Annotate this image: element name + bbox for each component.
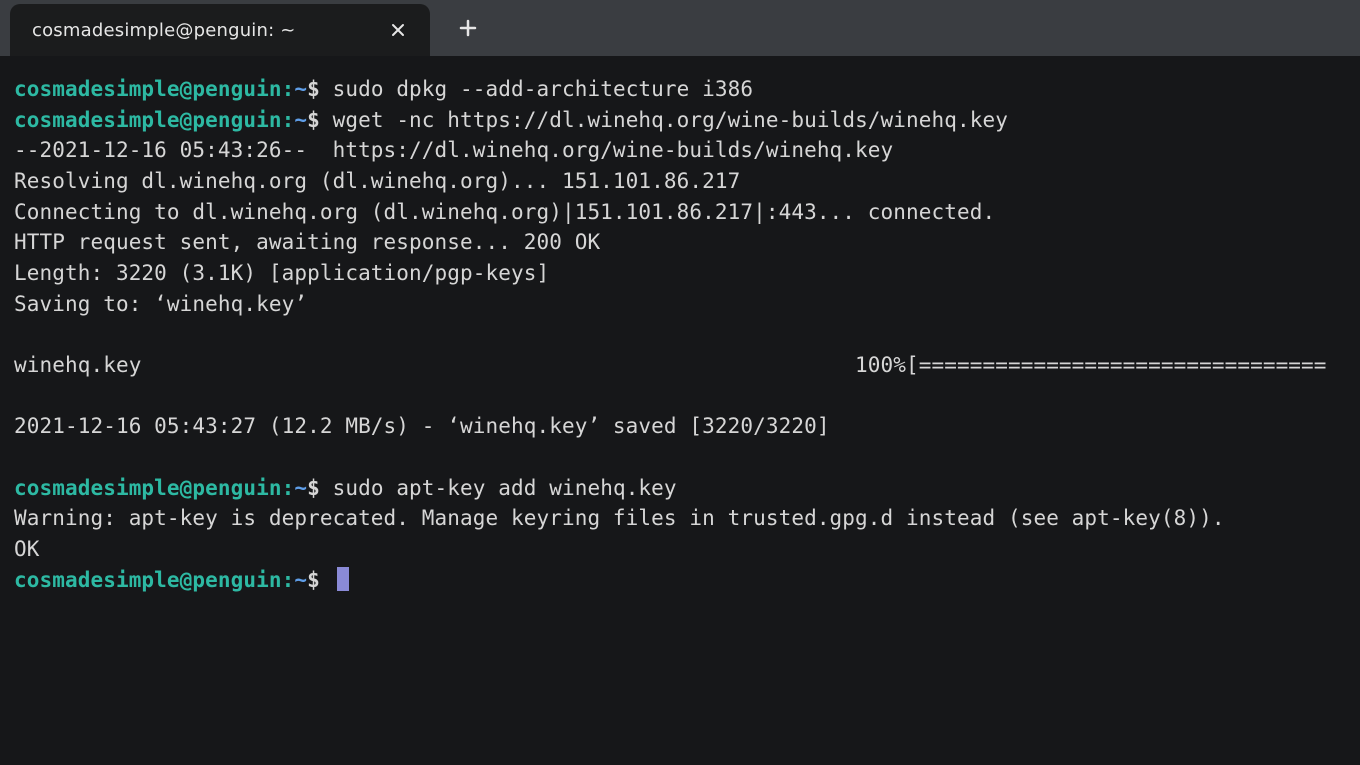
terminal-prompt-line: cosmadesimple@penguin:~$ sudo apt-key ad… xyxy=(14,473,1346,504)
terminal-prompt-line: cosmadesimple@penguin:~$ sudo dpkg --add… xyxy=(14,74,1346,105)
terminal-output-line: Saving to: ‘winehq.key’ xyxy=(14,289,1346,320)
cursor-block xyxy=(337,567,349,591)
terminal-tab[interactable]: cosmadesimple@penguin: ~ xyxy=(10,4,430,56)
prompt-user: cosmadesimple@penguin xyxy=(14,476,282,500)
title-bar: cosmadesimple@penguin: ~ xyxy=(0,0,1360,56)
command-text: wget -nc https://dl.winehq.org/wine-buil… xyxy=(320,108,1008,132)
terminal-output-line xyxy=(14,319,1346,350)
prompt-path: ~ xyxy=(294,568,307,592)
terminal-prompt-line: cosmadesimple@penguin:~$ xyxy=(14,565,1346,596)
terminal-output-line: OK xyxy=(14,534,1346,565)
terminal-output-line: Length: 3220 (3.1K) [application/pgp-key… xyxy=(14,258,1346,289)
terminal-output-line xyxy=(14,381,1346,412)
prompt-dollar: $ xyxy=(307,476,320,500)
prompt-path: ~ xyxy=(294,476,307,500)
prompt-path: ~ xyxy=(294,77,307,101)
tab-title: cosmadesimple@penguin: ~ xyxy=(32,20,314,41)
command-text: sudo dpkg --add-architecture i386 xyxy=(320,77,753,101)
terminal-output-line: --2021-12-16 05:43:26-- https://dl.wineh… xyxy=(14,135,1346,166)
prompt-user: cosmadesimple@penguin xyxy=(14,568,282,592)
command-text: sudo apt-key add winehq.key xyxy=(320,476,677,500)
terminal-output-line: HTTP request sent, awaiting response... … xyxy=(14,227,1346,258)
terminal-output-line xyxy=(14,442,1346,473)
terminal-output-line: Resolving dl.winehq.org (dl.winehq.org).… xyxy=(14,166,1346,197)
command-text xyxy=(320,568,333,592)
prompt-path: ~ xyxy=(294,108,307,132)
terminal-output-line: Warning: apt-key is deprecated. Manage k… xyxy=(14,503,1346,534)
terminal-output-line: winehq.key 100%[========================… xyxy=(14,350,1346,381)
prompt-dollar: $ xyxy=(307,568,320,592)
prompt-user: cosmadesimple@penguin xyxy=(14,108,282,132)
prompt-user: cosmadesimple@penguin xyxy=(14,77,282,101)
terminal-output[interactable]: cosmadesimple@penguin:~$ sudo dpkg --add… xyxy=(0,56,1360,765)
prompt-dollar: $ xyxy=(307,77,320,101)
terminal-output-line: 2021-12-16 05:43:27 (12.2 MB/s) - ‘wineh… xyxy=(14,411,1346,442)
prompt-dollar: $ xyxy=(307,108,320,132)
close-icon[interactable] xyxy=(384,16,412,44)
terminal-prompt-line: cosmadesimple@penguin:~$ wget -nc https:… xyxy=(14,105,1346,136)
new-tab-icon[interactable] xyxy=(454,14,482,42)
terminal-output-line: Connecting to dl.winehq.org (dl.winehq.o… xyxy=(14,197,1346,228)
